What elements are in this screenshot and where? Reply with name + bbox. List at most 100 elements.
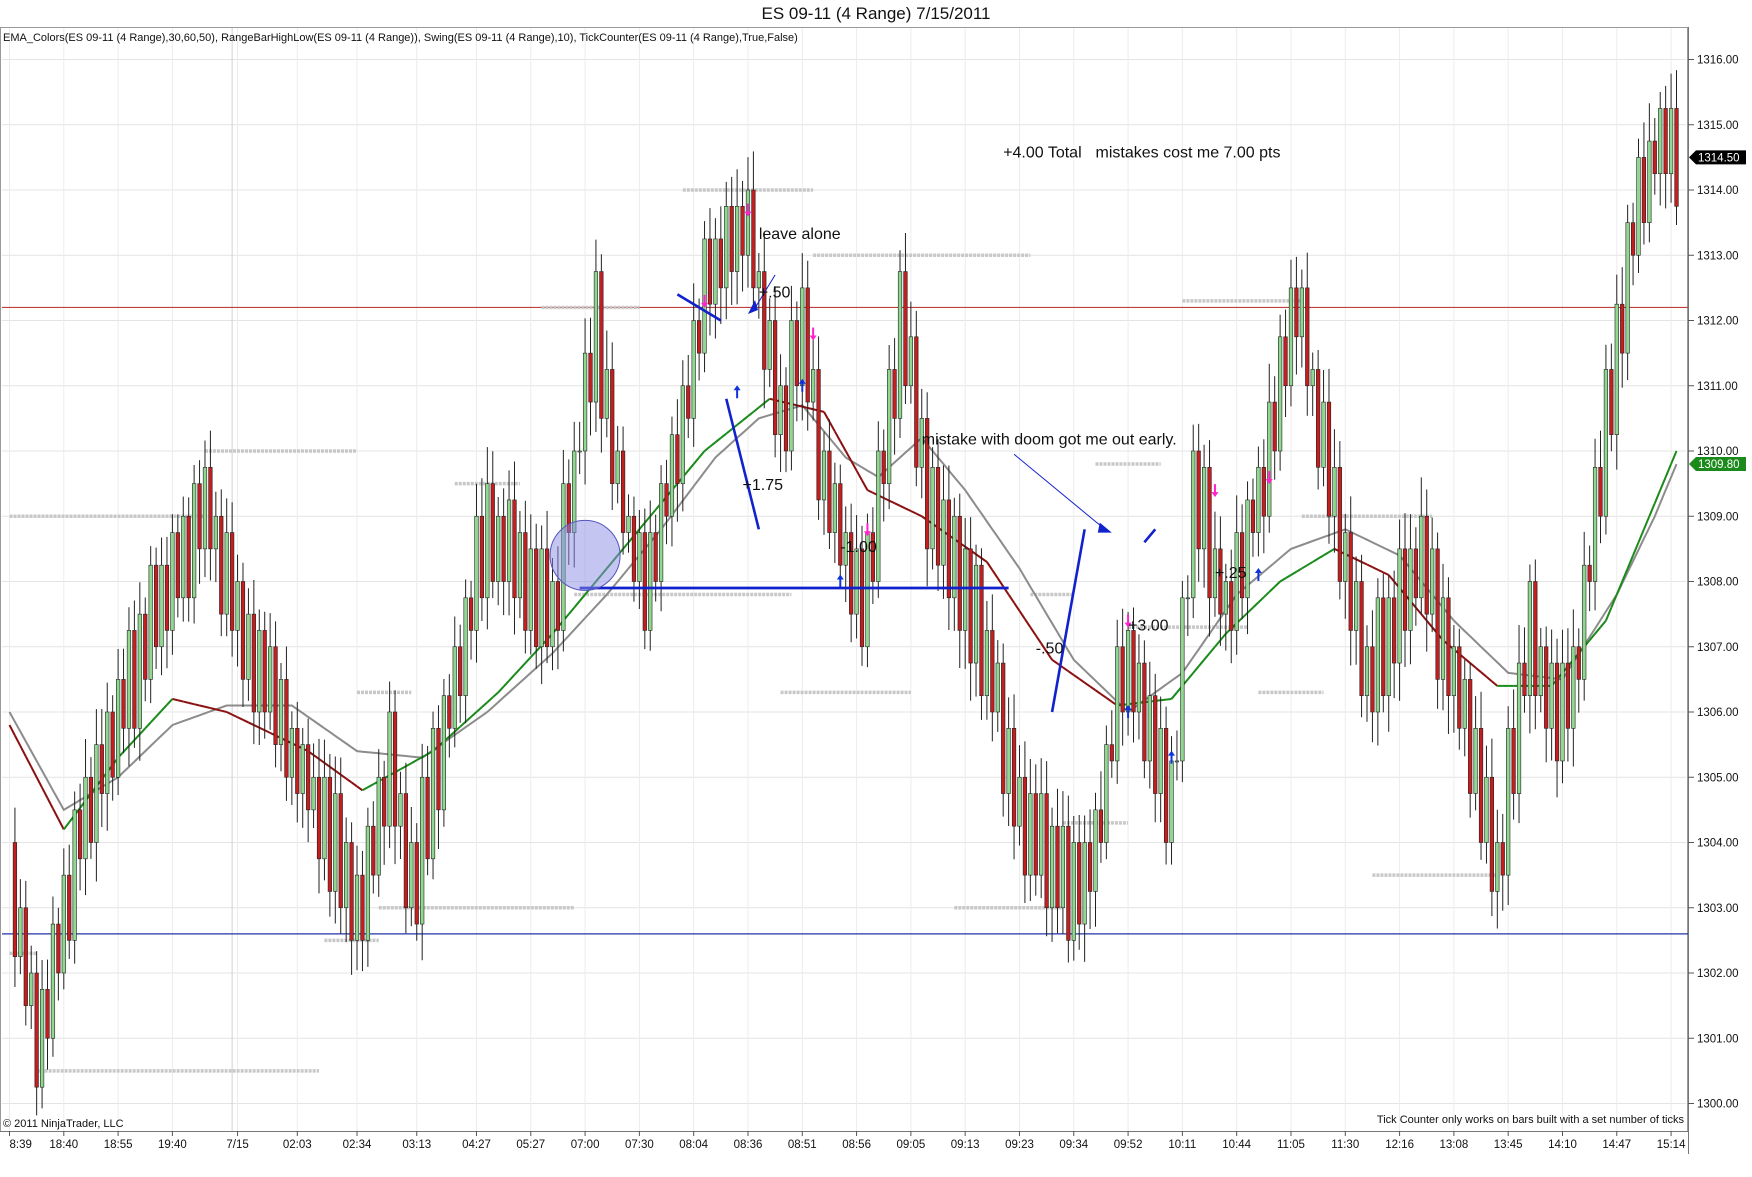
price-bar[interactable] xyxy=(175,514,180,618)
price-bar[interactable] xyxy=(1582,531,1587,701)
price-bar[interactable] xyxy=(724,181,729,320)
price-bar[interactable] xyxy=(458,624,463,723)
price-bar[interactable] xyxy=(414,823,419,941)
price-bar[interactable] xyxy=(1039,758,1044,899)
price-bar[interactable] xyxy=(897,250,903,439)
price-bar[interactable] xyxy=(1207,440,1212,637)
price-bar[interactable] xyxy=(604,330,609,438)
price-bar[interactable] xyxy=(1196,423,1201,582)
price-bar[interactable] xyxy=(1098,771,1104,863)
y-axis[interactable]: 1300.00 1301.00 1302.00 1303.00 1304.00 1305.… xyxy=(1688,55,1739,1111)
price-bar[interactable] xyxy=(306,718,311,843)
price-bar[interactable] xyxy=(620,426,626,555)
price-bar[interactable] xyxy=(1001,643,1006,817)
price-bar[interactable] xyxy=(213,491,218,583)
price-bar[interactable] xyxy=(968,517,973,701)
price-bar[interactable] xyxy=(1598,430,1603,544)
mistake-pointer[interactable] xyxy=(1013,453,1102,527)
price-bar[interactable] xyxy=(973,544,979,697)
price-bar[interactable] xyxy=(1049,807,1055,942)
price-bar[interactable] xyxy=(1408,514,1413,665)
price-bar[interactable] xyxy=(468,580,474,660)
price-bar[interactable] xyxy=(1082,815,1087,962)
price-bar[interactable] xyxy=(577,421,582,475)
price-bar[interactable] xyxy=(1647,103,1652,243)
price-bar[interactable] xyxy=(1592,438,1598,611)
chart-canvas[interactable]: ES 09-11 (4 Range) 7/15/2011 +4.00 Total… xyxy=(0,0,1752,1177)
price-bar[interactable] xyxy=(1109,710,1114,778)
price-bar[interactable] xyxy=(1375,578,1380,746)
price-bar[interactable] xyxy=(854,515,859,639)
price-bar[interactable] xyxy=(479,478,485,622)
price-bar[interactable] xyxy=(105,682,110,831)
price-bar[interactable] xyxy=(1278,314,1283,471)
price-bar[interactable] xyxy=(1212,511,1218,617)
price-bar[interactable] xyxy=(392,690,398,865)
price-bar[interactable] xyxy=(1576,628,1581,713)
price-bar[interactable] xyxy=(588,317,593,436)
price-bar[interactable] xyxy=(192,464,197,624)
price-bar[interactable] xyxy=(935,439,941,591)
price-bar[interactable] xyxy=(230,502,235,657)
price-bar[interactable] xyxy=(1370,610,1375,743)
price-bar[interactable] xyxy=(1658,91,1663,206)
price-bar[interactable] xyxy=(1364,625,1370,722)
price-bar[interactable] xyxy=(202,440,208,577)
price-bar[interactable] xyxy=(1163,706,1169,865)
price-bar[interactable] xyxy=(1538,628,1543,713)
price-bar[interactable] xyxy=(23,880,28,1026)
price-bar[interactable] xyxy=(1571,609,1576,767)
price-bar[interactable] xyxy=(528,514,533,655)
price-bar[interactable] xyxy=(1316,349,1321,490)
price-bar[interactable] xyxy=(12,807,18,988)
price-bar[interactable] xyxy=(946,465,951,630)
price-bar[interactable] xyxy=(485,447,490,630)
price-bar[interactable] xyxy=(39,959,45,1109)
price-bar[interactable] xyxy=(816,336,821,520)
price-bar[interactable] xyxy=(925,392,930,587)
price-bar[interactable] xyxy=(1180,580,1185,783)
price-bar[interactable] xyxy=(1473,696,1478,811)
price-bar[interactable] xyxy=(1136,634,1142,740)
price-bar[interactable] xyxy=(1294,256,1299,375)
price-bar[interactable] xyxy=(1565,628,1571,762)
price-bar[interactable] xyxy=(1386,575,1391,732)
price-bar[interactable] xyxy=(29,945,34,1029)
price-bar[interactable] xyxy=(767,298,772,388)
price-bar[interactable] xyxy=(430,711,436,880)
price-bar[interactable] xyxy=(490,451,495,599)
price-bar[interactable] xyxy=(957,493,962,668)
price-bar[interactable] xyxy=(50,896,56,1057)
price-bar[interactable] xyxy=(278,663,284,772)
price-bar[interactable] xyxy=(1240,504,1245,620)
price-bar[interactable] xyxy=(235,554,240,667)
price-bar[interactable] xyxy=(1305,252,1310,416)
price-bar[interactable] xyxy=(838,464,843,589)
price-bar[interactable] xyxy=(800,253,805,421)
price-bar[interactable] xyxy=(1202,444,1207,588)
price-bar[interactable] xyxy=(154,547,159,669)
price-bar[interactable] xyxy=(1614,274,1619,470)
price-bar[interactable] xyxy=(1424,489,1429,652)
x-axis[interactable]: 8:39 18:40 18:55 19:40 7/15 02:03 02:34 03:13 04… xyxy=(9,1131,1687,1151)
price-bar[interactable] xyxy=(1489,738,1494,917)
price-bar[interactable] xyxy=(164,536,170,669)
price-bar[interactable] xyxy=(1630,202,1636,286)
price-bar[interactable] xyxy=(289,711,294,805)
price-bar[interactable] xyxy=(783,367,789,473)
price-bar[interactable] xyxy=(1506,706,1511,905)
price-bar[interactable] xyxy=(349,822,354,975)
price-bar[interactable] xyxy=(1033,764,1038,896)
price-bar[interactable] xyxy=(501,488,506,616)
price-bar[interactable] xyxy=(121,648,126,754)
price-bar[interactable] xyxy=(773,286,778,458)
price-bar[interactable] xyxy=(327,754,332,917)
price-bar[interactable] xyxy=(110,695,115,801)
price-bar[interactable] xyxy=(642,508,647,650)
price-bar[interactable] xyxy=(930,447,935,570)
price-bar[interactable] xyxy=(1104,725,1109,860)
price-bar[interactable] xyxy=(805,260,810,431)
price-bar[interactable] xyxy=(360,850,365,972)
price-bar[interactable] xyxy=(903,233,908,404)
price-bar[interactable] xyxy=(83,738,88,896)
